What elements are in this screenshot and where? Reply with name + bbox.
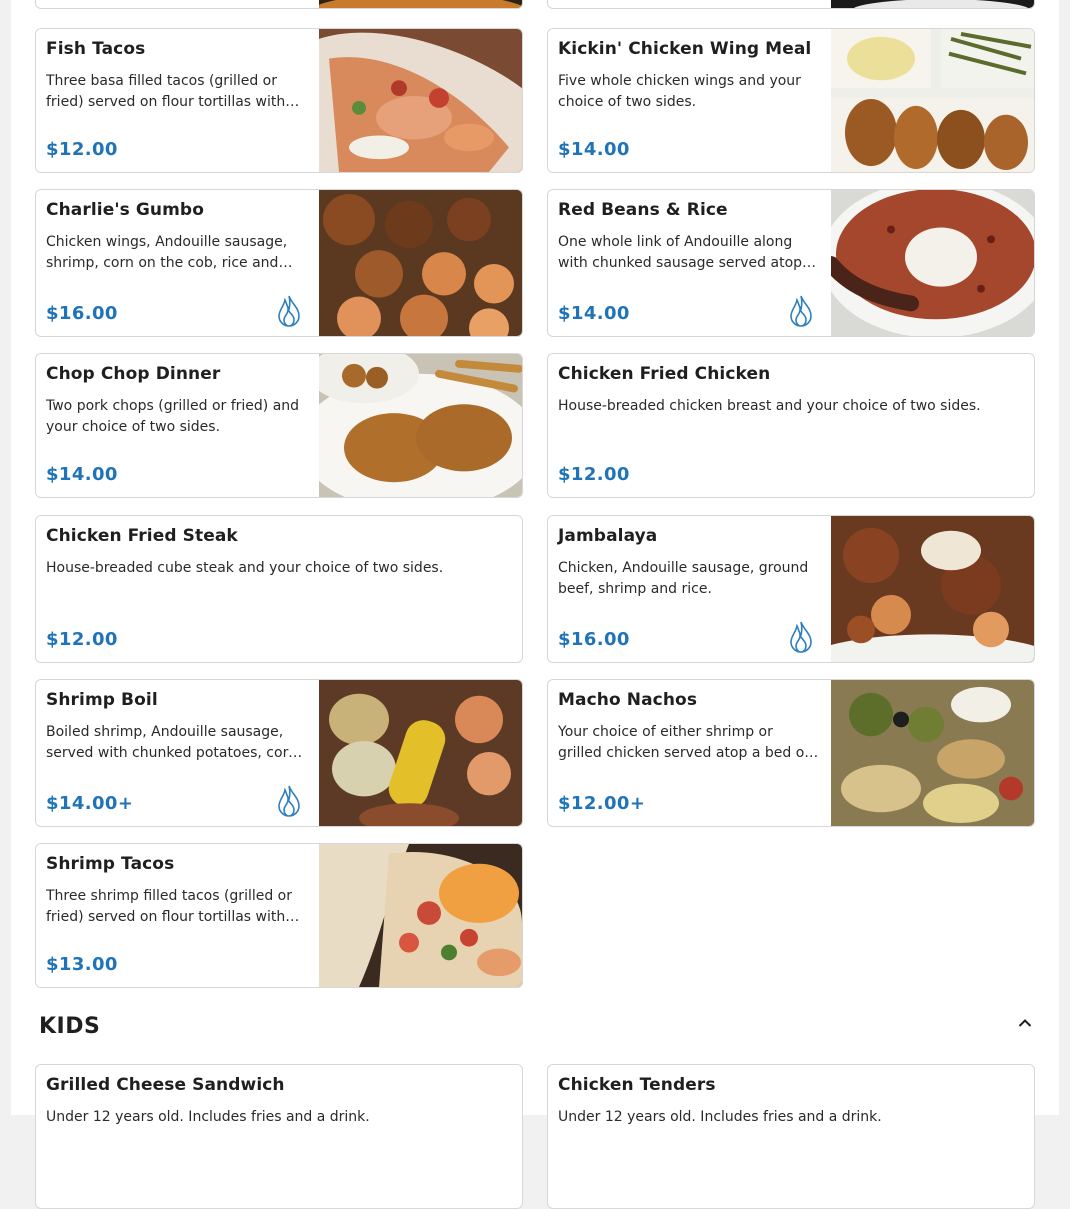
- item-title: Jambalaya: [558, 526, 658, 546]
- flame-icon: [278, 295, 300, 327]
- item-price: $13.00: [46, 954, 118, 975]
- item-title: Chicken Fried Chicken: [558, 364, 771, 384]
- item-description: Five whole chicken wings and your choice…: [558, 73, 801, 110]
- item-price: $12.00: [558, 464, 630, 485]
- collapse-section-button[interactable]: [1014, 1012, 1036, 1034]
- menu-item-card-chicken-wing-meal[interactable]: Kickin' Chicken Wing Meal Five whole chi…: [547, 28, 1035, 173]
- item-description: Three shrimp filled tacos (grilled or fr…: [46, 888, 293, 925]
- item-price: $16.00: [46, 303, 118, 324]
- item-description: One whole link of Andouille along with c…: [558, 234, 803, 271]
- item-price: $14.00+: [46, 793, 134, 814]
- item-title: Chicken Tenders: [558, 1075, 716, 1095]
- item-description: Chicken, Andouille sausage, ground beef,…: [558, 560, 809, 597]
- item-price: $14.00: [558, 139, 630, 160]
- item-price: $14.00: [46, 464, 118, 485]
- menu-item-card-jambalaya[interactable]: Jambalaya Chicken, Andouille sausage, gr…: [547, 515, 1035, 663]
- flame-icon: [278, 785, 300, 817]
- menu-item-card-shrimp-boil[interactable]: Shrimp Boil Boiled shrimp, Andouille sau…: [35, 679, 523, 827]
- nachos-photo: [831, 680, 1034, 826]
- item-description: Your choice of either shrimp or grilled …: [558, 724, 810, 761]
- item-title: Red Beans & Rice: [558, 200, 728, 220]
- item-title: Grilled Cheese Sandwich: [46, 1075, 285, 1095]
- item-title: Macho Nachos: [558, 690, 698, 710]
- menu-item-card-shrimp-tacos[interactable]: Shrimp Tacos Three shrimp filled tacos (…: [35, 843, 523, 988]
- item-title: Charlie's Gumbo: [46, 200, 204, 220]
- item-title: Fish Tacos: [46, 39, 146, 59]
- menu-item-card-partial-right[interactable]: [547, 0, 1035, 9]
- item-description: Two pork chops (grilled or fried) and yo…: [46, 398, 300, 435]
- shrimp-boil-photo: [319, 680, 522, 826]
- item-description: House-breaded chicken breast and your ch…: [558, 398, 981, 414]
- chicken-wing-meal-photo: [831, 29, 1034, 172]
- menu-item-card-fish-tacos[interactable]: Fish Tacos Three basa filled tacos (gril…: [35, 28, 523, 173]
- food-photo: [831, 0, 1034, 8]
- item-title: Shrimp Boil: [46, 690, 158, 710]
- menu-item-card-chop-chop-dinner[interactable]: Chop Chop Dinner Two pork chops (grilled…: [35, 353, 523, 498]
- item-description: Three basa filled tacos (grilled or frie…: [46, 73, 286, 110]
- food-photo: [319, 0, 522, 8]
- jambalaya-photo: [831, 516, 1034, 662]
- item-price: $12.00: [46, 139, 118, 160]
- item-title: Chicken Fried Steak: [46, 526, 238, 546]
- fish-tacos-photo: [319, 29, 522, 172]
- item-description: Under 12 years old. Includes fries and a…: [558, 1109, 882, 1125]
- section-title-kids: KIDS: [39, 1014, 101, 1039]
- item-description: Chicken wings, Andouille sausage, shrimp…: [46, 234, 288, 271]
- menu-item-card-red-beans-rice[interactable]: Red Beans & Rice One whole link of Andou…: [547, 189, 1035, 337]
- item-price: $12.00: [46, 629, 118, 650]
- menu-item-card-grilled-cheese[interactable]: Grilled Cheese Sandwich Under 12 years o…: [35, 1064, 523, 1209]
- menu-item-card-partial-left[interactable]: [35, 0, 523, 9]
- item-price: $12.00+: [558, 793, 646, 814]
- shrimp-tacos-photo: [319, 844, 522, 987]
- item-title: Kickin' Chicken Wing Meal: [558, 39, 812, 59]
- flame-icon: [790, 621, 812, 653]
- gumbo-photo: [319, 190, 522, 336]
- item-description: House-breaded cube steak and your choice…: [46, 560, 444, 576]
- chevron-up-icon: [1018, 1019, 1032, 1027]
- menu-item-card-charlies-gumbo[interactable]: Charlie's Gumbo Chicken wings, Andouille…: [35, 189, 523, 337]
- item-description: Boiled shrimp, Andouille sausage, served…: [46, 724, 297, 761]
- item-title: Shrimp Tacos: [46, 854, 175, 874]
- red-beans-rice-photo: [831, 190, 1034, 336]
- item-description: Under 12 years old. Includes fries and a…: [46, 1109, 370, 1125]
- menu-item-card-chicken-fried-steak[interactable]: Chicken Fried Steak House-breaded cube s…: [35, 515, 523, 663]
- menu-item-card-macho-nachos[interactable]: Macho Nachos Your choice of either shrim…: [547, 679, 1035, 827]
- item-title: Chop Chop Dinner: [46, 364, 221, 384]
- menu-item-card-chicken-fried-chicken[interactable]: Chicken Fried Chicken House-breaded chic…: [547, 353, 1035, 498]
- item-price: $14.00: [558, 303, 630, 324]
- item-price: $16.00: [558, 629, 630, 650]
- menu-item-card-chicken-tenders[interactable]: Chicken Tenders Under 12 years old. Incl…: [547, 1064, 1035, 1209]
- pork-chops-photo: [319, 354, 522, 497]
- flame-icon: [790, 295, 812, 327]
